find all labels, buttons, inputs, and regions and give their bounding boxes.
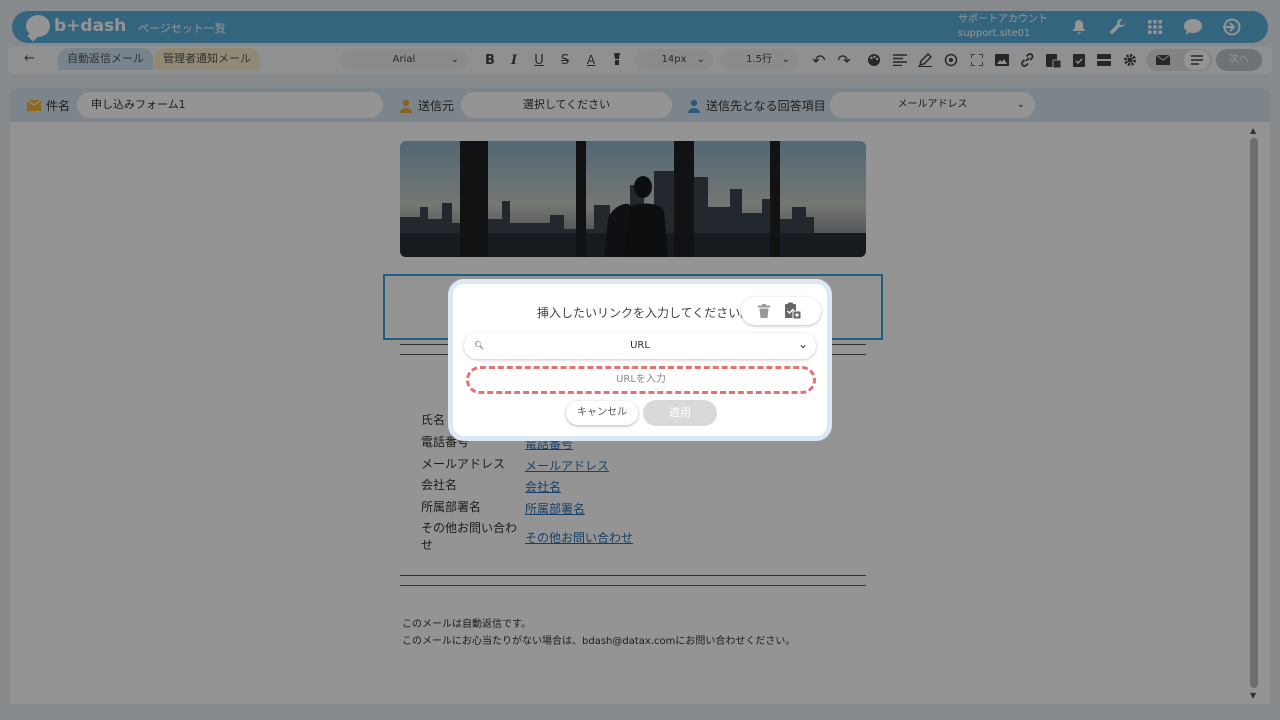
paste-link-icon[interactable] xyxy=(783,301,803,321)
link-type-value: URL xyxy=(630,340,650,351)
apply-button[interactable]: 適用 xyxy=(643,400,717,426)
link-type-select[interactable]: 🔍︎ URL ⌄ xyxy=(464,333,816,359)
search-icon: 🔍︎ xyxy=(474,341,485,350)
dialog-tools xyxy=(741,297,821,325)
chevron-down-icon: ⌄ xyxy=(797,337,808,351)
insert-link-dialog: 挿入したいリンクを入力してください。 🔍︎ URL ⌄ URLを入力 キャンセル… xyxy=(448,279,832,441)
cancel-button[interactable]: キャンセル xyxy=(566,401,638,425)
url-placeholder: URLを入力 xyxy=(616,374,666,385)
dialog-title: 挿入したいリンクを入力してください。 xyxy=(537,306,753,320)
trash-icon[interactable] xyxy=(754,301,774,321)
url-input[interactable]: URLを入力 xyxy=(466,366,816,394)
